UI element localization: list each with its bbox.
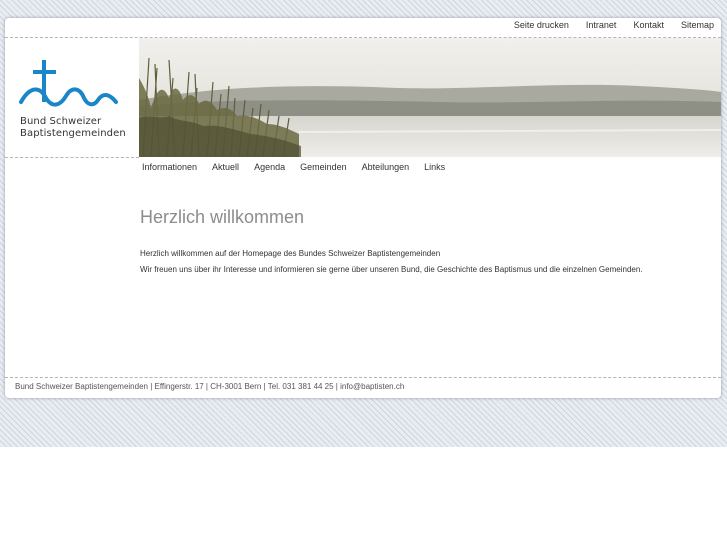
- lake-landscape-image: [139, 38, 721, 157]
- nav-item-informationen[interactable]: Informationen: [142, 162, 197, 172]
- footer-text: Bund Schweizer Baptistengemeinden | Effi…: [15, 382, 405, 391]
- logo[interactable]: Bund Schweizer Baptistengemeinden: [18, 58, 138, 148]
- top-navigation: Seite drucken Intranet Kontakt Sitemap: [514, 20, 714, 32]
- welcome-paragraph-1: Herzlich willkommen auf der Homepage des…: [140, 249, 441, 258]
- contact-link[interactable]: Kontakt: [633, 20, 664, 32]
- main-navigation: Informationen Aktuell Agenda Gemeinden A…: [142, 162, 445, 172]
- logo-text: Bund Schweizer Baptistengemeinden: [20, 116, 126, 140]
- logo-divider: [5, 157, 139, 158]
- nav-item-gemeinden[interactable]: Gemeinden: [300, 162, 347, 172]
- logo-line-2: Baptistengemeinden: [20, 128, 126, 139]
- footer-divider: [5, 377, 721, 378]
- print-page-link[interactable]: Seite drucken: [514, 20, 569, 32]
- welcome-paragraph-2: Wir freuen uns über ihr Interesse und in…: [140, 265, 643, 274]
- hero-image: [139, 38, 721, 157]
- intranet-link[interactable]: Intranet: [586, 20, 617, 32]
- nav-item-abteilungen[interactable]: Abteilungen: [362, 162, 410, 172]
- logo-line-1: Bund Schweizer: [20, 116, 102, 127]
- sitemap-link[interactable]: Sitemap: [681, 20, 714, 32]
- cross-waves-icon: [19, 60, 118, 107]
- nav-item-agenda[interactable]: Agenda: [254, 162, 285, 172]
- page-title: Herzlich willkommen: [140, 207, 305, 227]
- nav-item-links[interactable]: Links: [424, 162, 445, 172]
- nav-item-aktuell[interactable]: Aktuell: [212, 162, 239, 172]
- welcome-text: Herzlich willkommen auf der Homepage des…: [140, 246, 700, 278]
